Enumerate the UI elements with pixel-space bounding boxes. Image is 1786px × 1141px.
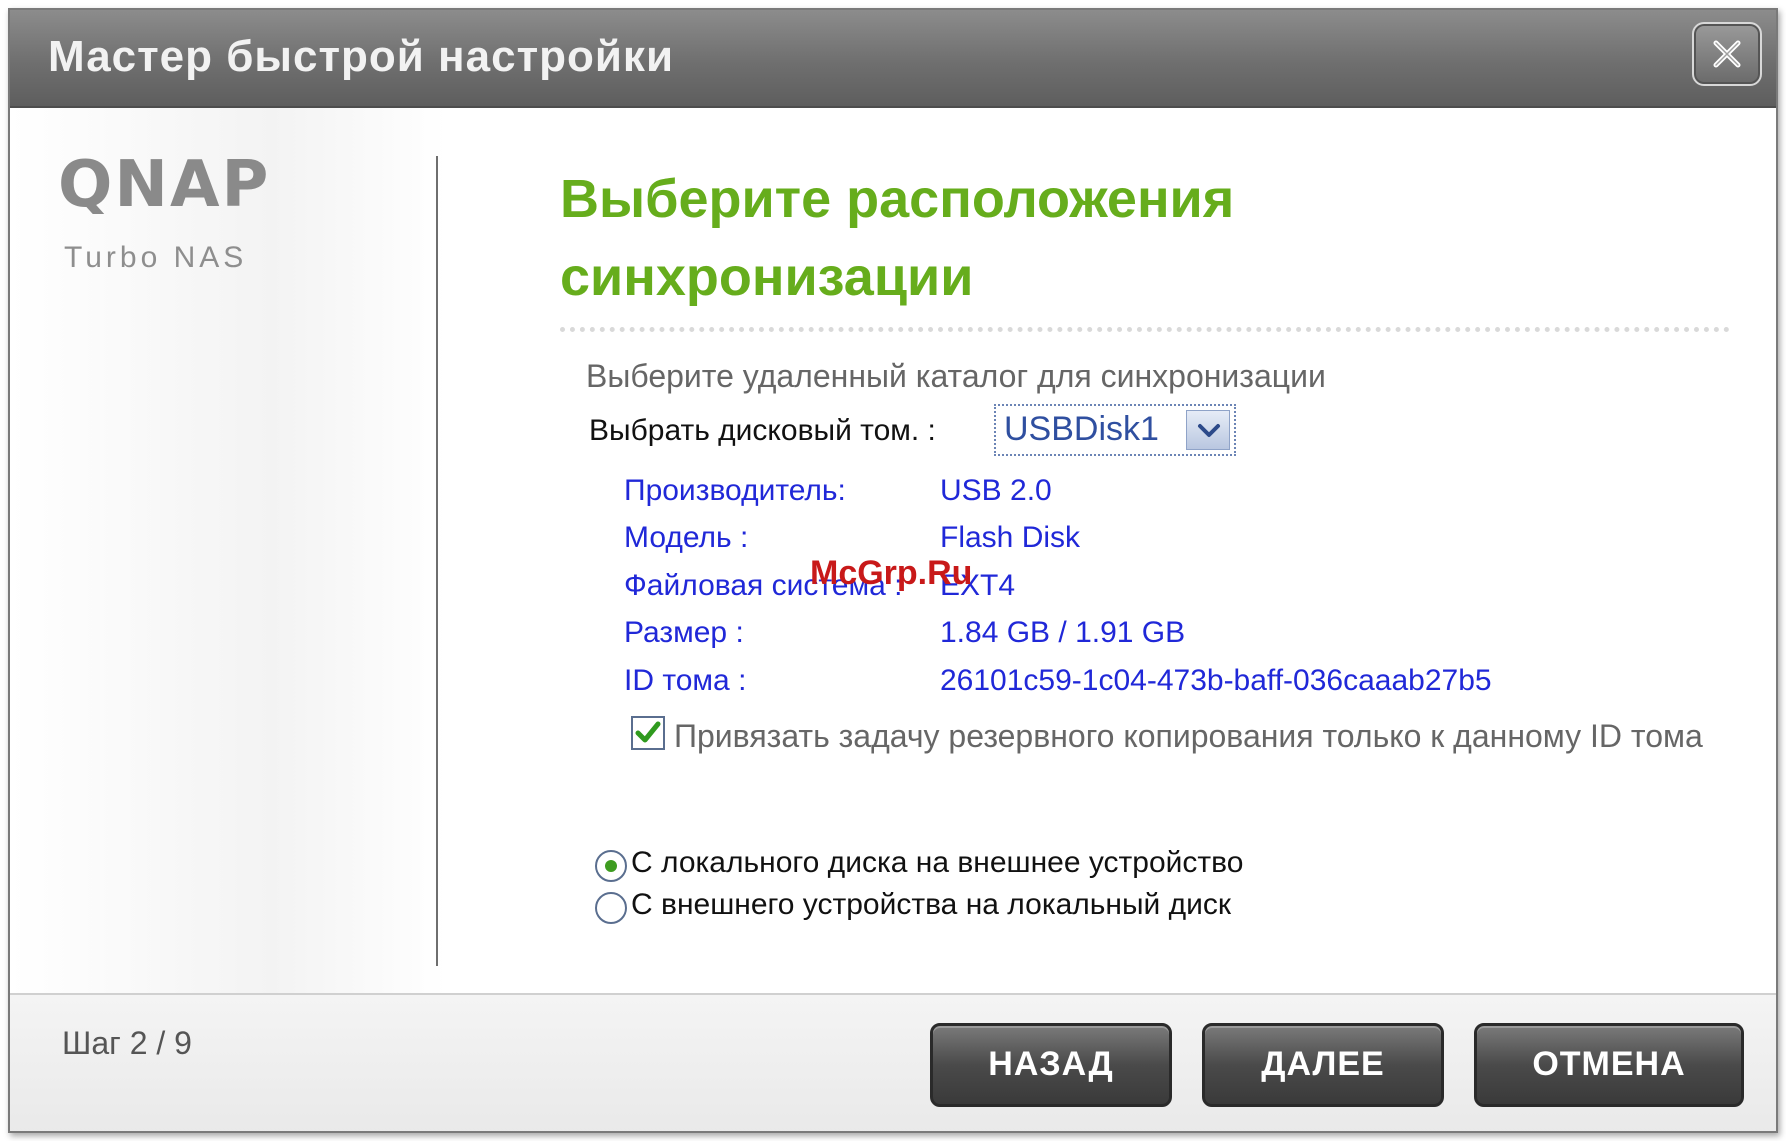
bind-checkbox-label[interactable]: Привязать задачу резервного копирования … (628, 714, 1738, 758)
main-content: Выберите расположения синхронизации Выбе… (446, 108, 1766, 993)
footer: Шаг 2 / 9 НАЗАД ДАЛЕЕ ОТМЕНА (10, 993, 1776, 1131)
radio-local-to-external-label[interactable]: С локального диска на внешнее устройство (631, 846, 1243, 880)
cancel-button[interactable]: ОТМЕНА (1474, 1023, 1744, 1107)
volume-select-arrow[interactable] (1186, 410, 1230, 450)
qnap-logo: QNAP (58, 148, 318, 222)
page-heading-line1: Выберите расположения (560, 169, 1235, 229)
checkmark-icon (635, 721, 661, 743)
dialog-title: Мастер быстрой настройки (48, 32, 674, 81)
quick-setup-dialog: Мастер быстрой настройки QNAP Turbo NAS … (8, 8, 1778, 1133)
bind-volume-checkbox[interactable] (631, 716, 665, 750)
info-value: 1.84 GB / 1.91 GB (940, 616, 1186, 649)
info-value: Flash Disk (940, 521, 1081, 554)
info-key: Производитель: (624, 474, 846, 507)
radio-local-to-external[interactable] (595, 850, 627, 882)
page-heading: Выберите расположения синхронизации (560, 160, 1710, 316)
page-heading-line2: синхронизации (560, 247, 974, 307)
radio-selected-dot (605, 860, 617, 872)
volume-select[interactable]: USBDisk1 (994, 404, 1236, 456)
radio-external-to-local[interactable] (595, 892, 627, 924)
next-button[interactable]: ДАЛЕЕ (1202, 1023, 1444, 1107)
info-value: 26101c59-1c04-473b-baff-036caaab27b5 (940, 664, 1492, 697)
qnap-logo-icon: QNAP (58, 148, 270, 222)
step-indicator: Шаг 2 / 9 (62, 1025, 192, 1061)
radio-external-to-local-label[interactable]: С внешнего устройства на локальный диск (631, 888, 1231, 922)
watermark: McGrp.Ru (810, 554, 973, 592)
sidebar-divider (436, 156, 438, 966)
info-value: USB 2.0 (940, 474, 1052, 507)
title-bar[interactable]: Мастер быстрой настройки (10, 10, 1776, 108)
info-key: Размер : (624, 616, 744, 649)
info-key: ID тома : (624, 664, 747, 697)
volume-label: Выбрать дисковый том. : (589, 414, 936, 447)
logo-subtitle: Turbo NAS (64, 241, 248, 274)
close-icon (1713, 40, 1741, 68)
intro-text: Выберите удаленный каталог для синхрониз… (586, 358, 1326, 394)
volume-select-value: USBDisk1 (1004, 410, 1159, 448)
sidebar: QNAP Turbo NAS (10, 108, 446, 993)
heading-divider (560, 327, 1730, 332)
info-key: Модель : (624, 521, 749, 554)
chevron-down-icon (1198, 424, 1220, 437)
qnap-logo-text: QNAP (58, 154, 270, 214)
close-button[interactable] (1692, 22, 1762, 86)
back-button[interactable]: НАЗАД (930, 1023, 1172, 1107)
